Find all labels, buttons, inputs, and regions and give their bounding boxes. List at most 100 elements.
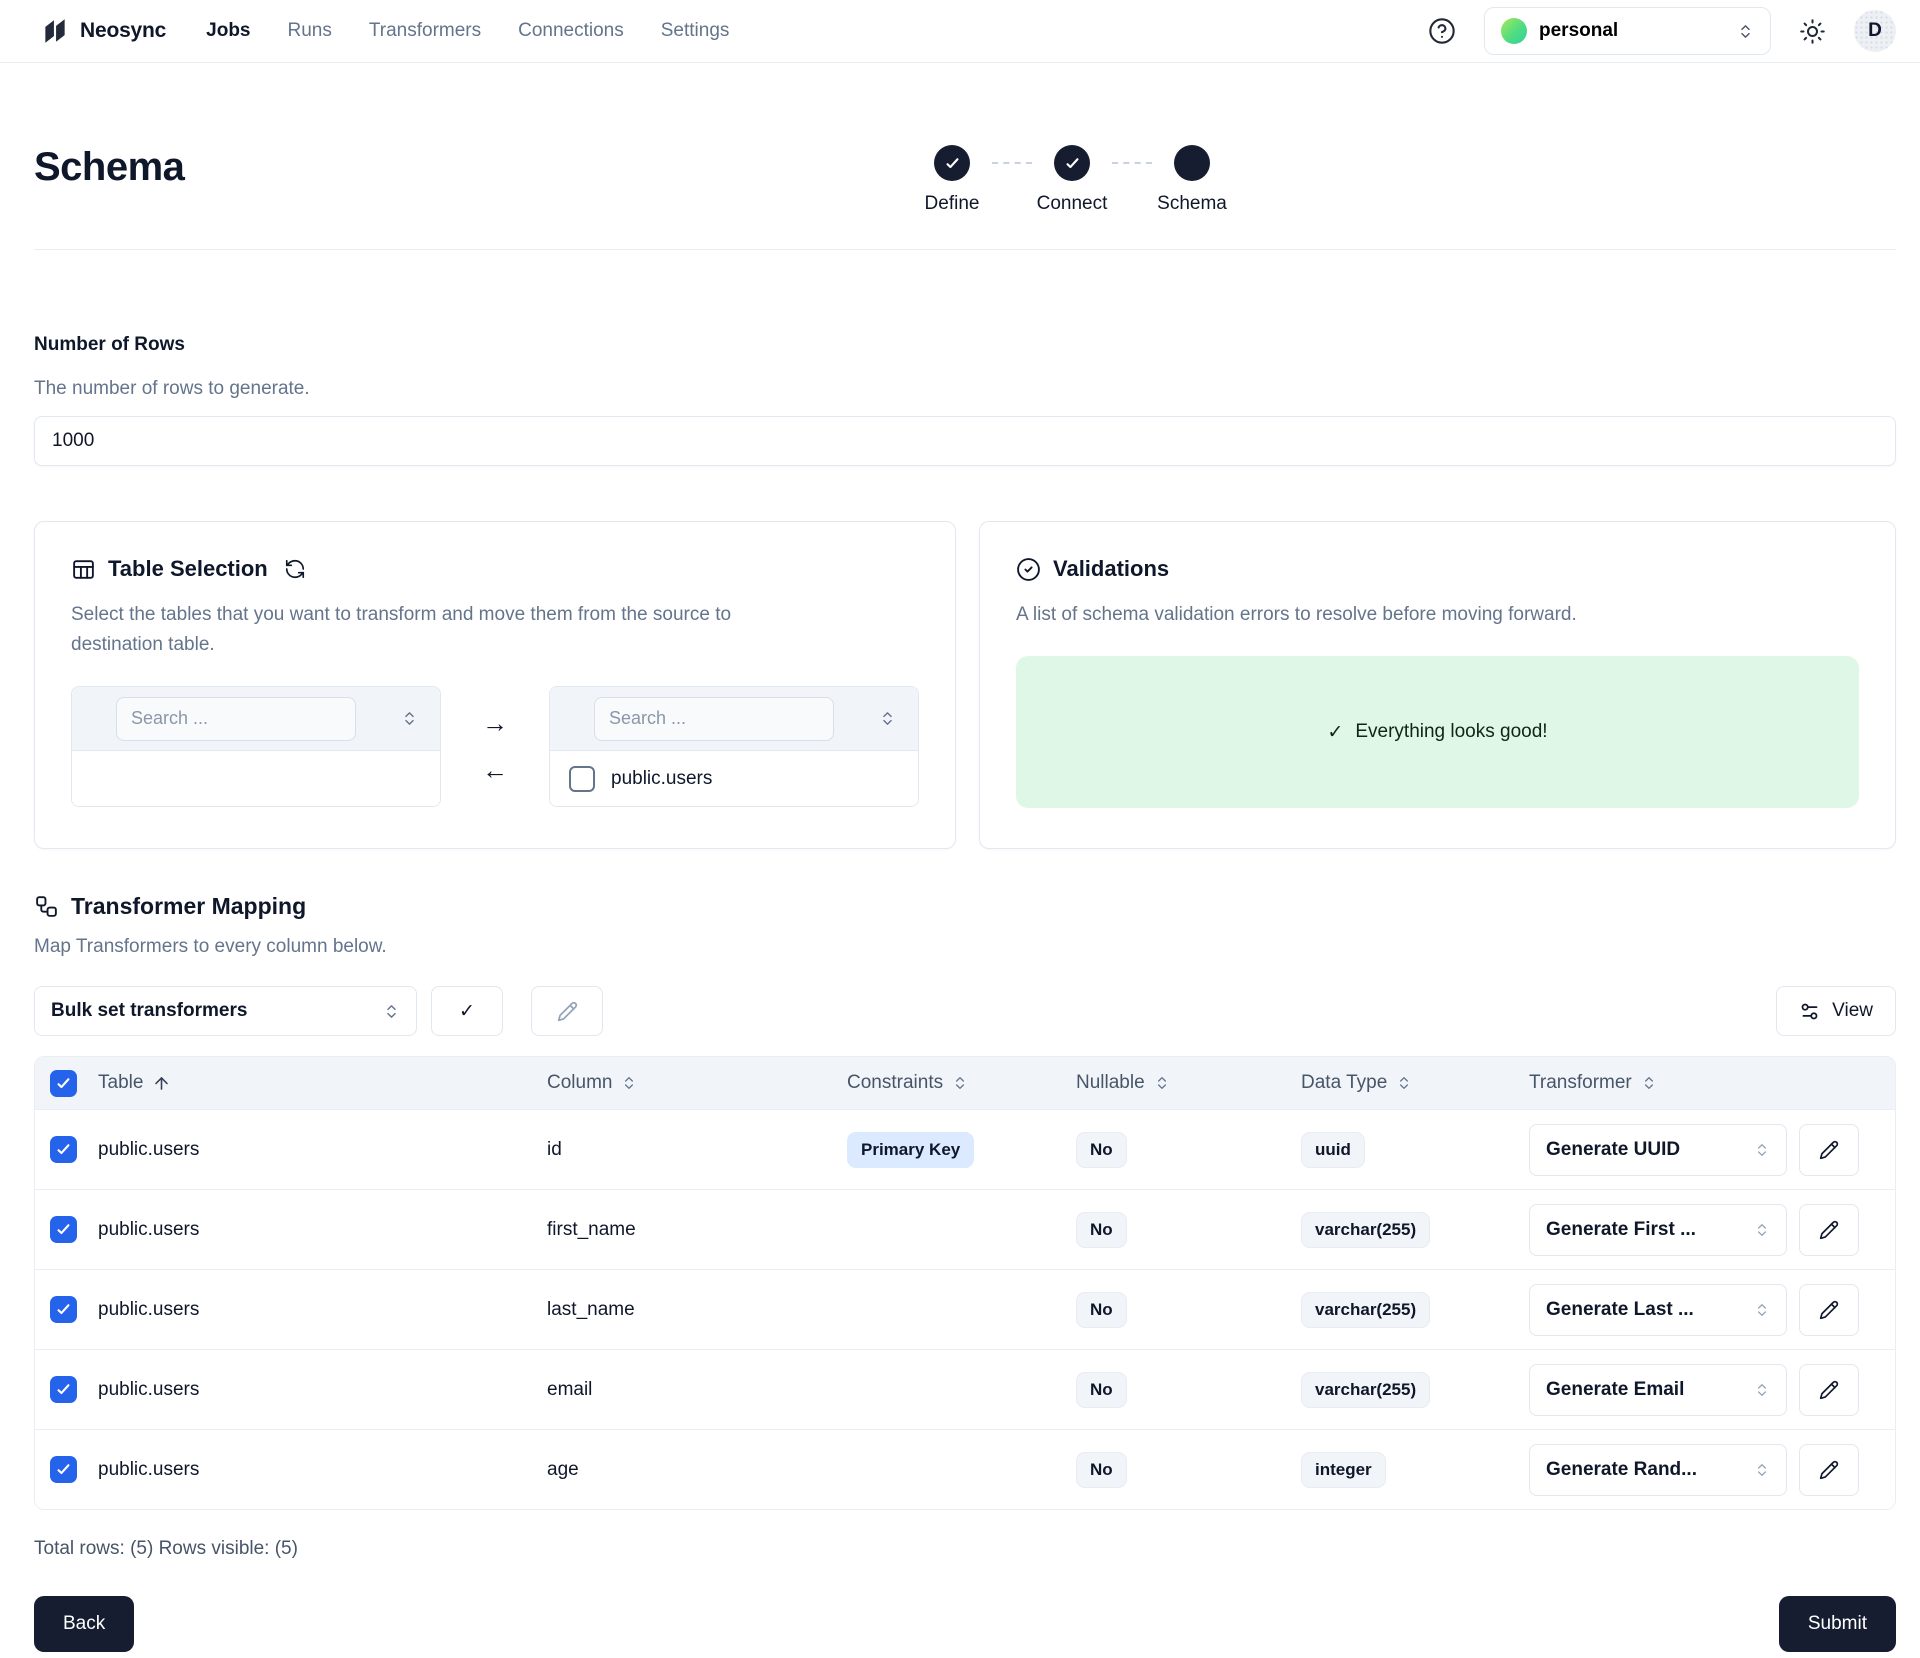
- row-table-name: public.users: [83, 1459, 532, 1481]
- destination-search-input[interactable]: [594, 697, 834, 741]
- chevron-up-down-icon: [1396, 1075, 1412, 1091]
- row-column-name: last_name: [532, 1299, 832, 1321]
- chevron-up-down-icon: [1154, 1075, 1170, 1091]
- transformer-select[interactable]: Generate First ...: [1529, 1204, 1787, 1256]
- chevron-up-down-icon: [383, 1003, 400, 1020]
- row-column-name: first_name: [532, 1219, 832, 1241]
- primary-key-badge: Primary Key: [847, 1132, 974, 1168]
- row-column-name: email: [532, 1379, 832, 1401]
- chevron-up-down-icon: [1754, 1222, 1770, 1238]
- sun-icon: [1799, 18, 1826, 45]
- help-icon: [1428, 17, 1456, 45]
- back-button[interactable]: Back: [34, 1596, 134, 1652]
- submit-button[interactable]: Submit: [1779, 1596, 1896, 1652]
- nav-item-jobs[interactable]: Jobs: [206, 20, 250, 42]
- select-all-checkbox[interactable]: [50, 1070, 77, 1097]
- nullable-badge: No: [1076, 1132, 1127, 1168]
- bulk-set-transformers-select[interactable]: Bulk set transformers: [34, 986, 417, 1036]
- destination-table-list: public.users: [549, 686, 919, 807]
- move-right-button[interactable]: →: [482, 710, 508, 736]
- chevron-up-down-icon: [1754, 1382, 1770, 1398]
- step-define: Define: [912, 145, 992, 215]
- brand-name: Neosync: [80, 19, 166, 43]
- edit-transformer-button[interactable]: [1799, 1364, 1859, 1416]
- card-title: Validations: [1053, 556, 1169, 582]
- row-checkbox[interactable]: [50, 1376, 77, 1403]
- row-table-name: public.users: [83, 1139, 532, 1161]
- edit-bulk-button[interactable]: [531, 986, 603, 1036]
- row-checkbox[interactable]: [50, 1216, 77, 1243]
- edit-transformer-button[interactable]: [1799, 1204, 1859, 1256]
- edit-transformer-button[interactable]: [1799, 1284, 1859, 1336]
- topbar-right: personal D: [1428, 7, 1896, 55]
- table-checkbox[interactable]: [569, 766, 595, 792]
- pencil-icon: [1819, 1300, 1839, 1320]
- move-left-button[interactable]: ←: [482, 757, 508, 783]
- sort-column-column[interactable]: Column: [547, 1072, 637, 1094]
- transformer-mapping-description: Map Transformers to every column below.: [34, 936, 1896, 958]
- edit-transformer-button[interactable]: [1799, 1124, 1859, 1176]
- refresh-icon[interactable]: [284, 558, 306, 580]
- number-of-rows-description: The number of rows to generate.: [34, 378, 1896, 400]
- brand: Neosync: [40, 16, 166, 46]
- transformer-select-value: Generate Rand...: [1546, 1459, 1697, 1481]
- step-label: Define: [925, 193, 980, 215]
- row-checkbox[interactable]: [50, 1136, 77, 1163]
- destination-sort-button[interactable]: [879, 710, 896, 727]
- nullable-badge: No: [1076, 1292, 1127, 1328]
- account-avatar: [1501, 18, 1527, 44]
- nullable-badge: No: [1076, 1452, 1127, 1488]
- data-type-badge: uuid: [1301, 1132, 1365, 1168]
- column-header-label: Data Type: [1301, 1072, 1387, 1094]
- nav-item-runs[interactable]: Runs: [288, 20, 332, 42]
- transformer-select-value: Generate UUID: [1546, 1139, 1680, 1161]
- main-content: Schema Define Connect Schema Nu: [0, 145, 1920, 1652]
- number-of-rows-input[interactable]: [34, 416, 1896, 466]
- transformer-select[interactable]: Generate Email: [1529, 1364, 1787, 1416]
- sort-constraints-column[interactable]: Constraints: [847, 1072, 968, 1094]
- source-sort-button[interactable]: [401, 710, 418, 727]
- transformer-select[interactable]: Generate UUID: [1529, 1124, 1787, 1176]
- user-avatar[interactable]: D: [1854, 10, 1896, 52]
- validation-status: ✓ Everything looks good!: [1016, 656, 1859, 808]
- pencil-icon: [1819, 1140, 1839, 1160]
- transformer-select[interactable]: Generate Last ...: [1529, 1284, 1787, 1336]
- column-header-label: Nullable: [1076, 1072, 1145, 1094]
- step-connector: [992, 162, 1032, 164]
- transformer-select[interactable]: Generate Rand...: [1529, 1444, 1787, 1496]
- card-description: A list of schema validation errors to re…: [1016, 600, 1696, 630]
- validations-header: Validations: [1016, 556, 1859, 582]
- check-icon: ✓: [459, 1000, 475, 1023]
- divider: [34, 249, 1896, 250]
- row-checkbox[interactable]: [50, 1456, 77, 1483]
- sort-transformer-column[interactable]: Transformer: [1529, 1072, 1657, 1094]
- sort-nullable-column[interactable]: Nullable: [1076, 1072, 1170, 1094]
- row-column-name: id: [532, 1139, 832, 1161]
- card-description: Select the tables that you want to trans…: [71, 600, 751, 660]
- nav-item-transformers[interactable]: Transformers: [369, 20, 481, 42]
- account-switcher[interactable]: personal: [1484, 7, 1771, 55]
- column-header-label: Table: [98, 1072, 143, 1094]
- nav-item-connections[interactable]: Connections: [518, 20, 624, 42]
- apply-bulk-button[interactable]: ✓: [431, 986, 503, 1036]
- table-row: public.users email No varchar(255) Gener…: [35, 1349, 1895, 1429]
- chevron-up-down-icon: [1754, 1142, 1770, 1158]
- sort-table-column[interactable]: Table: [98, 1072, 171, 1094]
- table-transfer: → ← public.users: [71, 686, 919, 807]
- edit-transformer-button[interactable]: [1799, 1444, 1859, 1496]
- pencil-icon: [1819, 1220, 1839, 1240]
- sort-data-type-column[interactable]: Data Type: [1301, 1072, 1412, 1094]
- footer-actions: Back Submit: [34, 1596, 1896, 1652]
- number-of-rows-label: Number of Rows: [34, 334, 1896, 356]
- nav-item-settings[interactable]: Settings: [661, 20, 730, 42]
- row-table-name: public.users: [83, 1379, 532, 1401]
- view-button[interactable]: View: [1776, 986, 1896, 1036]
- row-checkbox[interactable]: [50, 1296, 77, 1323]
- source-search-input[interactable]: [116, 697, 356, 741]
- transformer-mapping-header: Transformer Mapping: [34, 893, 1896, 920]
- theme-toggle-button[interactable]: [1799, 18, 1826, 45]
- step-current-icon: [1174, 145, 1210, 181]
- row-column-name: age: [532, 1459, 832, 1481]
- help-button[interactable]: [1428, 17, 1456, 45]
- validation-status-message: Everything looks good!: [1355, 721, 1547, 743]
